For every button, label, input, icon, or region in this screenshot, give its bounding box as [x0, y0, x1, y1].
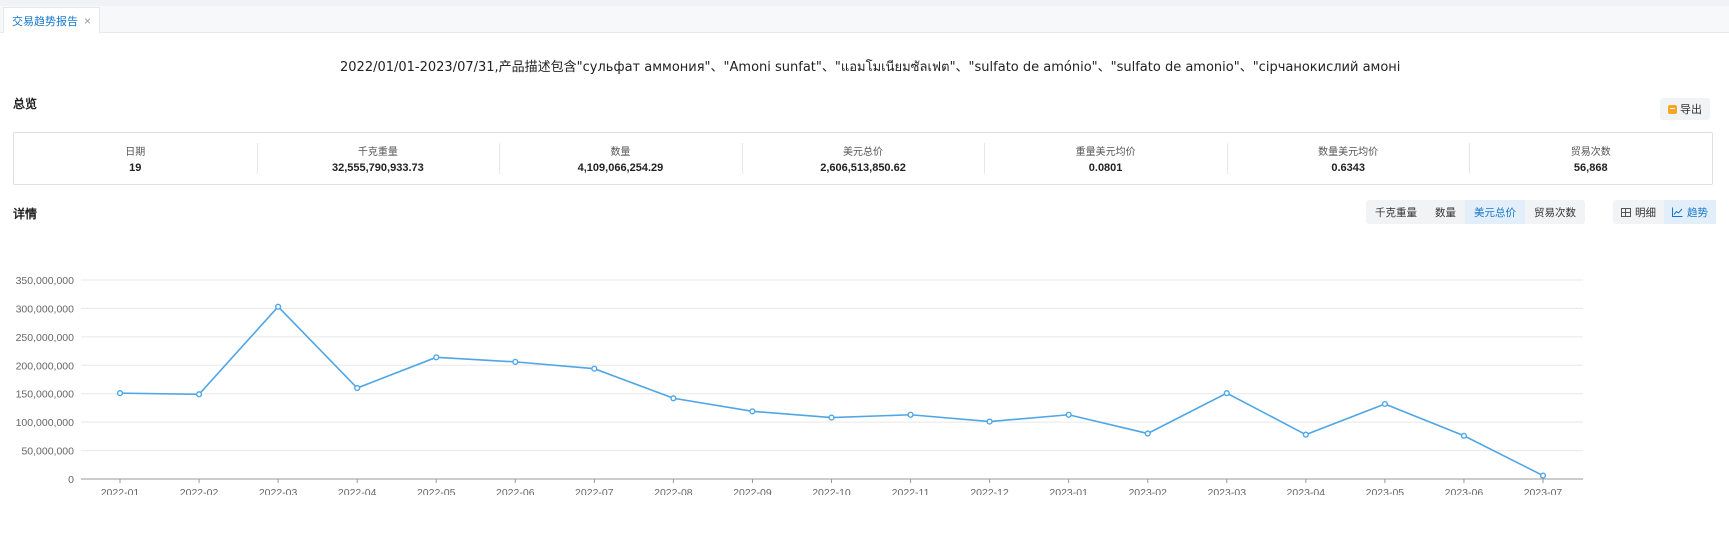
data-point: [512, 358, 519, 365]
export-icon: [1668, 104, 1677, 114]
data-point: [670, 395, 677, 402]
stat-quantity: 数量 4,109,066,254.29: [499, 133, 742, 184]
tab-trade-trend-report[interactable]: 交易趋势报告 ×: [3, 7, 101, 33]
y-tick-label: 50,000,000: [21, 446, 74, 458]
view-tab-label: 明细: [1635, 206, 1656, 219]
y-tick-label: 0: [68, 474, 74, 486]
stat-trade-count: 贸易次数 56,868: [1469, 133, 1712, 184]
view-tab-trend[interactable]: 趋势: [1664, 200, 1716, 224]
view-selector: 明细 趋势: [1613, 200, 1716, 224]
stat-label: 日期: [125, 147, 146, 158]
stat-label: 数量: [610, 147, 631, 158]
x-tick-label: 2023-03: [1208, 487, 1247, 495]
metric-tab-total-usd[interactable]: 美元总价: [1465, 200, 1525, 224]
x-tick-label: 2023-04: [1287, 487, 1326, 495]
data-point: [986, 418, 993, 425]
data-point: [275, 303, 282, 310]
metric-selector: 千克重量 数量 美元总价 贸易次数: [1366, 200, 1585, 224]
view-tab-label: 趋势: [1687, 206, 1708, 219]
stat-value: 0.0801: [1088, 162, 1123, 174]
trend-chart: 0 50,000,000 100,000,000 150,000,000 200,000…: [16, 275, 1583, 495]
export-button[interactable]: 导出: [1660, 98, 1710, 120]
export-label: 导出: [1680, 103, 1702, 116]
metric-tab-quantity[interactable]: 数量: [1426, 200, 1465, 224]
stat-total-usd: 美元总价 2,606,513,850.62: [741, 133, 985, 184]
x-tick-label: 2023-06: [1445, 487, 1484, 495]
x-tick-label: 2022-11: [892, 487, 930, 495]
stat-date: 日期 19: [14, 133, 257, 184]
x-tick-label: 2022-02: [180, 487, 219, 495]
stat-label: 重量美元均价: [1075, 147, 1136, 158]
overview-label: 总览: [13, 97, 38, 111]
data-point: [749, 408, 756, 415]
x-tick-label: 2022-12: [970, 487, 1009, 495]
data-point: [907, 411, 914, 418]
x-tick-label: 2023-01: [1049, 487, 1088, 495]
stat-value: 19: [129, 162, 142, 174]
data-point: [116, 390, 124, 397]
stat-value: 32,555,790,933.73: [331, 162, 424, 174]
stat-label: 美元总价: [843, 147, 884, 158]
data-point: [1381, 400, 1388, 408]
table-icon: [1621, 207, 1631, 217]
x-tick-label: 2022-10: [812, 487, 851, 495]
x-tick-label: 2022-01: [101, 487, 140, 495]
y-tick-label: 300,000,000: [16, 303, 75, 315]
data-point: [828, 414, 835, 421]
stat-label: 千克重量: [357, 147, 398, 158]
x-tick-label: 2023-07: [1524, 487, 1563, 495]
y-tick-label: 100,000,000: [16, 417, 75, 429]
data-point: [591, 365, 598, 372]
stat-value: 0.6343: [1331, 162, 1365, 174]
x-tick-label: 2022-05: [417, 487, 456, 495]
x-tick-label: 2022-06: [496, 487, 535, 495]
x-tick-label: 2023-02: [1128, 487, 1167, 495]
stat-weight: 千克重量 32,555,790,933.73: [256, 133, 500, 184]
summary-panel: 日期 19 千克重量 32,555,790,933.73 数量 4,109,06…: [13, 132, 1713, 185]
trend-icon: [1672, 207, 1683, 217]
stat-value: 2,606,513,850.62: [820, 162, 906, 174]
x-tick-label: 2022-07: [575, 487, 614, 495]
stat-label: 数量美元均价: [1318, 147, 1379, 158]
data-point: [1065, 411, 1072, 418]
view-tab-detail[interactable]: 明细: [1613, 200, 1664, 224]
details-label: 详情: [13, 207, 38, 221]
y-tick-label: 200,000,000: [16, 360, 75, 372]
x-tick-label: 2022-03: [259, 487, 298, 495]
close-icon[interactable]: ×: [84, 15, 91, 27]
stat-value: 56,868: [1573, 162, 1608, 174]
data-point: [1223, 390, 1230, 397]
x-tick-label: 2023-05: [1366, 487, 1405, 495]
data-point: [354, 384, 361, 392]
data-point: [195, 391, 203, 398]
metric-tab-weight[interactable]: 千克重量: [1366, 200, 1426, 224]
y-tick-label: 350,000,000: [16, 275, 75, 287]
stat-label: 贸易次数: [1570, 147, 1611, 158]
report-title: 2022/01/01-2023/07/31,产品描述包含"сульфат амм…: [340, 60, 1400, 75]
stat-value: 4,109,066,254.29: [577, 162, 664, 174]
x-tick-label: 2022-04: [338, 487, 377, 495]
x-tick-label: 2022-08: [654, 487, 693, 495]
data-point: [1539, 472, 1547, 479]
stat-weight-avg-usd: 重量美元均价 0.0801: [984, 133, 1227, 184]
tab-strip: 交易趋势报告 ×: [0, 6, 1729, 33]
data-point: [433, 354, 440, 361]
y-tick-label: 250,000,000: [16, 332, 75, 344]
data-point: [1302, 431, 1309, 438]
tab-label: 交易趋势报告: [12, 14, 78, 28]
data-point: [1460, 432, 1468, 439]
metric-tab-trade-count[interactable]: 贸易次数: [1525, 200, 1585, 224]
stat-quantity-avg-usd: 数量美元均价 0.6343: [1226, 133, 1470, 184]
y-tick-label: 150,000,000: [16, 389, 75, 401]
data-point: [1144, 430, 1151, 437]
x-tick-label: 2022-09: [733, 487, 772, 495]
